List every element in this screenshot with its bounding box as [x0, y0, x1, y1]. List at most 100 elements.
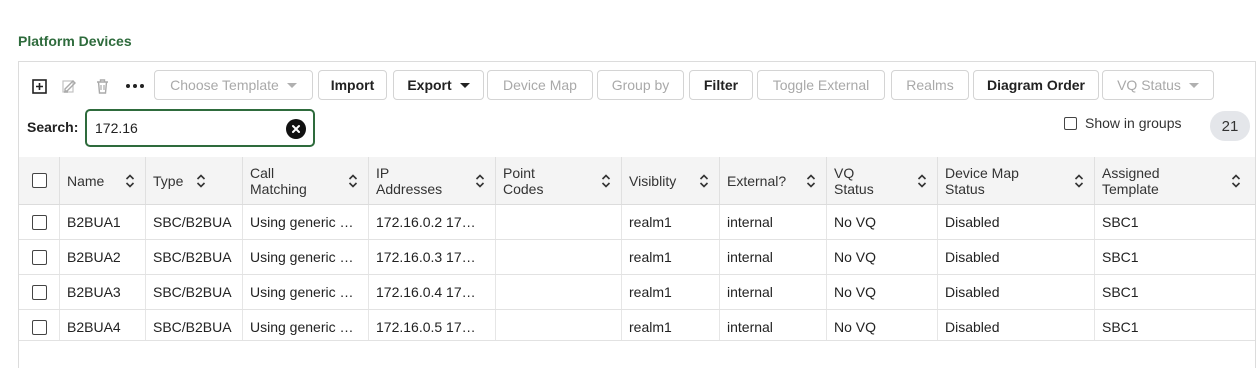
filter-button[interactable]: Filter — [689, 70, 753, 100]
cell-visibility: realm1 — [622, 275, 720, 309]
cell-type: SBC/B2BUA — [146, 275, 243, 309]
col-call-matching[interactable]: Call Matching — [243, 157, 369, 204]
devices-table: Name Type Call Matching IP Addresses Poi… — [19, 157, 1255, 345]
col-ip-addresses-label: IP Addresses — [376, 164, 443, 197]
diagram-order-button[interactable]: Diagram Order — [973, 70, 1099, 100]
col-visibility[interactable]: Visiblity — [622, 157, 720, 204]
choose-template-label: Choose Template — [170, 77, 279, 93]
table-row[interactable]: B2BUA2 SBC/B2BUA Using generic … 172.16.… — [19, 240, 1255, 275]
vq-status-label: VQ Status — [1117, 77, 1181, 93]
row-select-cell — [19, 205, 60, 239]
page-title: Platform Devices — [18, 33, 132, 49]
col-external-label: External? — [727, 172, 787, 189]
cell-external: internal — [720, 275, 827, 309]
row-checkbox[interactable] — [31, 319, 47, 335]
chevron-down-icon — [1188, 82, 1199, 88]
show-in-groups[interactable]: Show in groups — [1064, 115, 1182, 131]
cell-type: SBC/B2BUA — [146, 310, 243, 344]
count-badge: 21 — [1210, 111, 1250, 141]
col-type[interactable]: Type — [146, 157, 243, 204]
sort-icon — [348, 174, 358, 191]
table-row[interactable]: B2BUA3 SBC/B2BUA Using generic … 172.16.… — [19, 275, 1255, 310]
cell-ip-addresses: 172.16.0.4 17… — [369, 275, 496, 309]
cell-assigned-template: SBC1 — [1102, 284, 1139, 300]
cell-assigned-template: SBC1 — [1102, 319, 1139, 335]
cell-ip-addresses: 172.16.0.3 17… — [369, 240, 496, 274]
sort-icon — [917, 174, 927, 191]
col-vq-status-label: VQ Status — [834, 164, 874, 197]
cell-vq-status: No VQ — [827, 275, 938, 309]
sort-icon — [1231, 174, 1241, 191]
row-checkbox[interactable] — [31, 214, 47, 230]
col-name-label: Name — [67, 172, 105, 189]
show-in-groups-label: Show in groups — [1085, 115, 1182, 131]
cell-point-codes — [496, 205, 622, 239]
cell-visibility: realm1 — [622, 240, 720, 274]
search-input[interactable] — [95, 119, 275, 137]
cell-device-map-status: Disabled — [938, 310, 1095, 344]
select-all-cell — [19, 157, 60, 204]
show-in-groups-checkbox[interactable] — [1064, 116, 1077, 130]
cell-assigned-template: SBC1 — [1102, 249, 1139, 265]
col-device-map-status[interactable]: Device Map Status — [938, 157, 1095, 204]
col-vq-status[interactable]: VQ Status — [827, 157, 938, 204]
clear-icon[interactable] — [286, 119, 306, 139]
table-header: Name Type Call Matching IP Addresses Poi… — [19, 157, 1255, 205]
col-type-label: Type — [153, 172, 184, 189]
cell-call-matching: Using generic … — [243, 275, 369, 309]
chevron-down-icon — [459, 82, 470, 88]
cell-point-codes — [496, 310, 622, 344]
cell-external: internal — [720, 310, 827, 344]
col-device-map-status-label: Device Map Status — [945, 164, 1019, 197]
col-point-codes[interactable]: Point Codes — [496, 157, 622, 204]
vq-status-dropdown[interactable]: VQ Status — [1102, 70, 1214, 100]
sort-icon — [196, 174, 206, 191]
cell-call-matching: Using generic … — [243, 240, 369, 274]
cell-visibility: realm1 — [622, 310, 720, 344]
col-ip-addresses[interactable]: IP Addresses — [369, 157, 496, 204]
cell-vq-status: No VQ — [827, 240, 938, 274]
cell-name: B2BUA3 — [60, 275, 146, 309]
row-select-cell — [19, 310, 60, 344]
realms-button[interactable]: Realms — [891, 70, 969, 100]
device-map-button[interactable]: Device Map — [487, 70, 593, 100]
cell-external: internal — [720, 205, 827, 239]
col-assigned-template-label: Assigned Template — [1102, 164, 1160, 197]
more-icon[interactable] — [125, 76, 145, 96]
group-by-button[interactable]: Group by — [597, 70, 684, 100]
search-box — [85, 109, 315, 147]
cell-ip-addresses: 172.16.0.5 17… — [369, 310, 496, 344]
trash-icon[interactable] — [92, 76, 112, 96]
cell-vq-status: No VQ — [827, 310, 938, 344]
table-scroll-area[interactable] — [19, 340, 1255, 369]
edit-icon[interactable] — [60, 76, 80, 96]
sort-icon — [1074, 174, 1084, 191]
cell-assigned-template: SBC1 — [1102, 214, 1139, 230]
cell-external: internal — [720, 240, 827, 274]
table-body: B2BUA1 SBC/B2BUA Using generic … 172.16.… — [19, 205, 1255, 345]
col-call-matching-label: Call Matching — [250, 164, 307, 197]
cell-ip-addresses: 172.16.0.2 17… — [369, 205, 496, 239]
row-checkbox[interactable] — [31, 284, 47, 300]
col-point-codes-label: Point Codes — [503, 164, 544, 197]
sort-icon — [699, 174, 709, 191]
col-external[interactable]: External? — [720, 157, 827, 204]
table-row[interactable]: B2BUA1 SBC/B2BUA Using generic … 172.16.… — [19, 205, 1255, 240]
toggle-external-button[interactable]: Toggle External — [757, 70, 885, 100]
select-all-checkbox[interactable] — [31, 173, 47, 188]
col-name[interactable]: Name — [60, 157, 146, 204]
toolbar: Choose Template Import Export Device Map… — [19, 70, 1255, 102]
cell-vq-status: No VQ — [827, 205, 938, 239]
cell-point-codes — [496, 275, 622, 309]
col-visibility-label: Visiblity — [629, 172, 677, 189]
import-button[interactable]: Import — [318, 70, 387, 100]
cell-visibility: realm1 — [622, 205, 720, 239]
cell-type: SBC/B2BUA — [146, 205, 243, 239]
sort-icon — [601, 174, 611, 191]
row-checkbox[interactable] — [31, 249, 47, 265]
choose-template-dropdown[interactable]: Choose Template — [154, 70, 313, 100]
add-icon[interactable] — [29, 76, 49, 96]
export-dropdown[interactable]: Export — [393, 70, 484, 100]
cell-device-map-status: Disabled — [938, 205, 1095, 239]
col-assigned-template[interactable]: Assigned Template — [1095, 157, 1255, 204]
